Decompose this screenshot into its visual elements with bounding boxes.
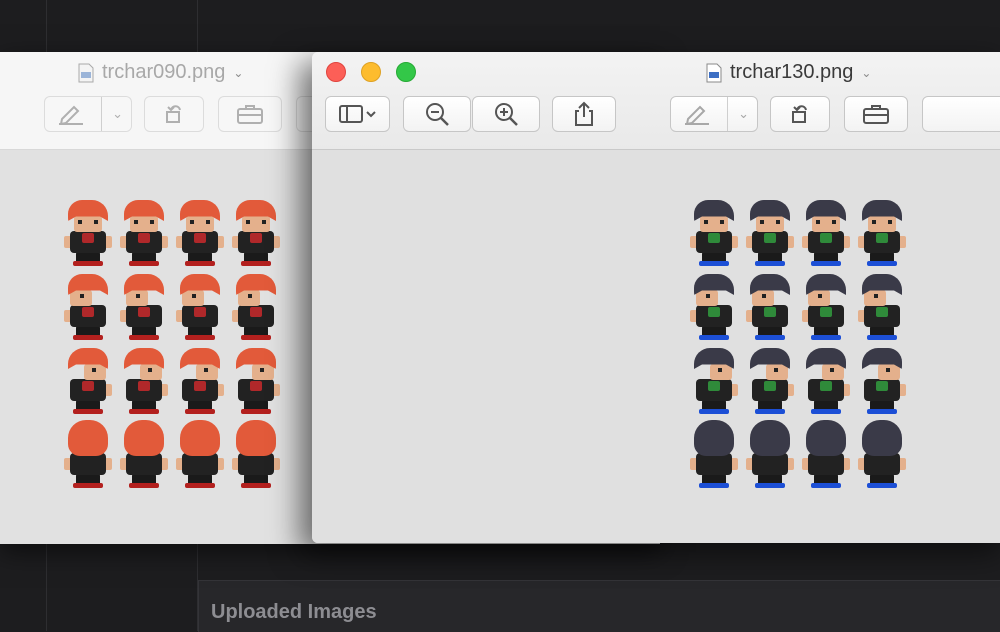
window-title-group[interactable]: trchar130.png ⌄ xyxy=(706,61,871,84)
uploaded-images-panel: Uploaded Images xyxy=(198,580,1000,632)
character-sprite-front xyxy=(116,198,172,272)
close-button[interactable] xyxy=(326,62,346,82)
character-sprite-front xyxy=(172,198,228,272)
character-sprite-side-left xyxy=(60,272,116,346)
markup-button[interactable]: ⌄ xyxy=(670,96,758,132)
character-sprite-side-right xyxy=(686,346,742,420)
chevron-down-icon[interactable]: ⌄ xyxy=(861,66,871,80)
rotate-button[interactable] xyxy=(144,96,204,132)
toolbox-icon xyxy=(237,105,263,124)
uploaded-images-heading: Uploaded Images xyxy=(211,601,377,623)
png-file-icon xyxy=(706,63,722,82)
markup-menu-chevron-icon[interactable]: ⌄ xyxy=(738,106,749,122)
toolbox-icon xyxy=(863,105,889,124)
rotate-icon xyxy=(792,105,807,123)
window-title: trchar090.png xyxy=(102,61,226,83)
rotate-button[interactable] xyxy=(770,96,830,132)
markup-button[interactable]: ⌄ xyxy=(44,96,132,132)
sidebar-icon xyxy=(338,105,376,123)
character-sprite-back xyxy=(798,420,854,494)
zoom-out-button[interactable] xyxy=(403,96,471,132)
character-sprite-front xyxy=(742,198,798,272)
character-sprite-front xyxy=(854,198,910,272)
minimize-button[interactable] xyxy=(361,62,381,82)
character-sprite-side-right xyxy=(172,346,228,420)
character-sprite-back xyxy=(742,420,798,494)
character-sprite-side-left xyxy=(686,272,742,346)
titlebar[interactable]: trchar130.png ⌄ ⌄ xyxy=(312,52,1000,150)
character-sprite-front xyxy=(798,198,854,272)
character-sprite-front xyxy=(228,198,284,272)
character-sprite-back xyxy=(686,420,742,494)
character-sprite-front xyxy=(60,198,116,272)
sprite-sheet-trchar130 xyxy=(686,198,910,494)
share-icon xyxy=(575,101,593,126)
character-sprite-back xyxy=(228,420,284,494)
zoom-in-button[interactable] xyxy=(472,96,540,132)
toolbar-divider xyxy=(727,97,728,131)
character-sprite-side-right xyxy=(60,346,116,420)
zoom-out-icon xyxy=(426,103,449,126)
markup-icon xyxy=(59,105,83,125)
character-sprite-side-left xyxy=(228,272,284,346)
rotate-icon xyxy=(166,105,181,123)
character-sprite-back xyxy=(116,420,172,494)
character-sprite-side-left xyxy=(742,272,798,346)
image-canvas[interactable] xyxy=(312,150,1000,543)
character-sprite-side-left xyxy=(116,272,172,346)
character-sprite-back xyxy=(854,420,910,494)
character-sprite-side-right xyxy=(742,346,798,420)
character-sprite-side-right xyxy=(228,346,284,420)
chevron-down-icon[interactable]: ⌄ xyxy=(233,66,243,80)
toolbox-button[interactable] xyxy=(218,96,282,132)
character-sprite-side-right xyxy=(854,346,910,420)
sidebar-toggle-button[interactable] xyxy=(325,96,390,132)
search-field[interactable] xyxy=(922,96,1000,132)
window-title: trchar130.png xyxy=(730,61,854,83)
zoom-in-icon xyxy=(495,103,518,126)
sprite-sheet-trchar090 xyxy=(60,198,284,494)
window-title-group[interactable]: trchar090.png ⌄ xyxy=(78,61,243,84)
character-sprite-side-right xyxy=(116,346,172,420)
markup-menu-chevron-icon[interactable]: ⌄ xyxy=(112,106,123,122)
character-sprite-side-left xyxy=(172,272,228,346)
zoom-button[interactable] xyxy=(396,62,416,82)
character-sprite-side-left xyxy=(798,272,854,346)
character-sprite-front xyxy=(686,198,742,272)
share-button[interactable] xyxy=(552,96,616,132)
character-sprite-side-right xyxy=(798,346,854,420)
toolbox-button[interactable] xyxy=(844,96,908,132)
preview-window-trchar130[interactable]: trchar130.png ⌄ ⌄ xyxy=(312,52,1000,543)
png-file-icon xyxy=(78,63,94,82)
character-sprite-back xyxy=(172,420,228,494)
markup-icon xyxy=(685,105,709,125)
character-sprite-side-left xyxy=(854,272,910,346)
toolbar-divider xyxy=(101,97,102,131)
character-sprite-back xyxy=(60,420,116,494)
